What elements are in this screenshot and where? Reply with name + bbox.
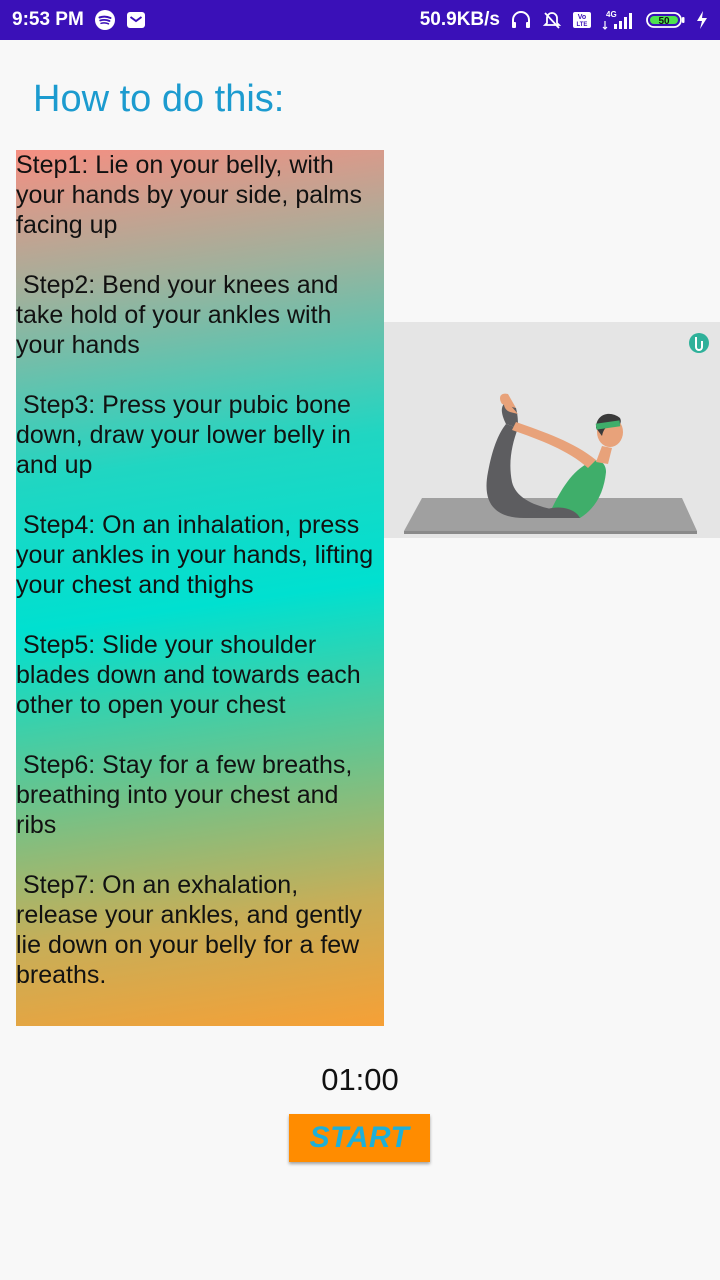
step-1: Step1: Lie on your belly, with your hand… [16,151,369,239]
battery-level: 50 [658,16,670,27]
status-bar-left: 9:53 PM [12,9,146,31]
step-6: Step6: Stay for a few breaths, breathing… [16,751,360,839]
battery-icon: 50 [646,10,686,30]
signal-icon: 4G [602,9,636,31]
alarm-off-icon [542,10,562,30]
status-bar: 9:53 PM 50.9KB/s Vo LTE 4G 50 [0,0,720,40]
step-2: Step2: Bend your knees and take hold of … [16,271,346,359]
bow-pose-image [384,322,720,538]
volte-icon: Vo LTE [572,10,592,30]
svg-text:Vo: Vo [578,14,586,21]
status-time: 9:53 PM [12,9,84,30]
steps-panel: Step1: Lie on your belly, with your hand… [16,150,384,1026]
step-3: Step3: Press your pubic bone down, draw … [16,391,358,479]
network-speed: 50.9KB/s [419,9,500,30]
charging-icon [696,10,708,30]
page-title: How to do this: [33,78,285,120]
status-bar-right: 50.9KB/s Vo LTE 4G 50 [420,9,708,31]
signal-label: 4G [606,10,617,19]
start-button[interactable]: START [289,1114,430,1162]
spotify-icon [94,9,116,31]
mail-icon [126,10,146,30]
svg-text:LTE: LTE [577,22,588,28]
step-7: Step7: On an exhalation, release your an… [16,871,369,989]
headset-icon [510,10,532,30]
step-4: Step4: On an inhalation, press your ankl… [16,511,381,599]
timer-display: 01:00 [321,1062,399,1097]
step-5: Step5: Slide your shoulder blades down a… [16,631,368,719]
logo-icon [689,333,709,353]
